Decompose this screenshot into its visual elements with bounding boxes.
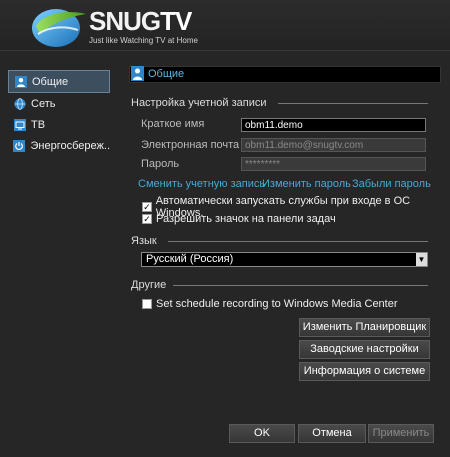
account-section-heading: Настройка учетной записи	[131, 97, 267, 109]
app-header: SNUGTV Just like Watching TV at Home	[0, 0, 450, 50]
language-section-heading: Язык	[131, 235, 157, 247]
password-field[interactable]: *********	[241, 157, 426, 171]
wmc-label: Set schedule recording to Windows Media …	[156, 298, 398, 310]
change-scheduler-button[interactable]: Изменить Планировщик	[299, 318, 430, 337]
apply-button[interactable]: Применить	[368, 424, 434, 443]
chevron-down-icon[interactable]: ▼	[416, 253, 427, 266]
sidebar-item-label: Энергосбереж...	[30, 139, 110, 152]
wmc-checkbox[interactable]	[142, 299, 152, 309]
system-info-button[interactable]: Информация о системе	[299, 362, 430, 381]
wmc-row[interactable]: Set schedule recording to Windows Media …	[142, 298, 398, 310]
change-password-link[interactable]: Изменить пароль	[262, 178, 351, 190]
short-name-field[interactable]: obm11.demo	[241, 118, 426, 132]
sidebar-item-network[interactable]: Сеть	[8, 93, 110, 114]
factory-reset-button[interactable]: Заводские настройки	[299, 340, 430, 359]
tray-icon-label: Разрешить значок на панели задач	[156, 213, 336, 225]
cancel-button[interactable]: Отмена	[298, 424, 366, 443]
section-divider	[173, 285, 428, 286]
tray-icon-checkbox[interactable]: ✓	[142, 214, 152, 224]
globe-icon	[13, 97, 26, 110]
sidebar-item-label: Сеть	[31, 97, 56, 110]
sidebar-item-label: Общие	[32, 75, 69, 88]
user-icon	[14, 75, 27, 88]
email-label: Электронная почта	[141, 139, 240, 151]
tray-icon-row[interactable]: ✓ Разрешить значок на панели задач	[142, 213, 336, 225]
section-divider	[168, 241, 428, 242]
ok-button[interactable]: OK	[229, 424, 295, 443]
language-select-value: Русский (Россия)	[146, 253, 234, 265]
sidebar-item-tv[interactable]: ТВ	[8, 114, 110, 135]
brand-slogan: Just like Watching TV at Home	[89, 36, 198, 45]
language-select[interactable]: Русский (Россия) ▼	[141, 252, 428, 267]
brand-name: SNUGTV	[89, 6, 192, 36]
change-account-link[interactable]: Сменить учетную запись	[138, 178, 265, 190]
snugtv-logo-icon	[32, 9, 86, 47]
password-label: Пароль	[141, 158, 180, 170]
panel-title: Общие	[148, 68, 185, 80]
email-field[interactable]: obm11.demo@snugtv.com	[241, 138, 426, 152]
sidebar-item-label: ТВ	[31, 118, 46, 131]
forgot-password-link[interactable]: Забыли пароль	[352, 178, 431, 190]
power-icon	[13, 139, 26, 152]
short-name-label: Краткое имя	[141, 118, 205, 130]
sidebar: Общие Сеть ТВ Энергосбереж...	[8, 70, 110, 156]
section-divider	[278, 103, 428, 104]
user-icon	[131, 66, 144, 81]
other-section-heading: Другие	[131, 279, 167, 291]
sidebar-item-general[interactable]: Общие	[8, 70, 110, 93]
sidebar-item-power-saving[interactable]: Энергосбереж...	[8, 135, 110, 156]
tv-icon	[13, 118, 26, 131]
autostart-checkbox[interactable]: ✓	[142, 202, 152, 212]
